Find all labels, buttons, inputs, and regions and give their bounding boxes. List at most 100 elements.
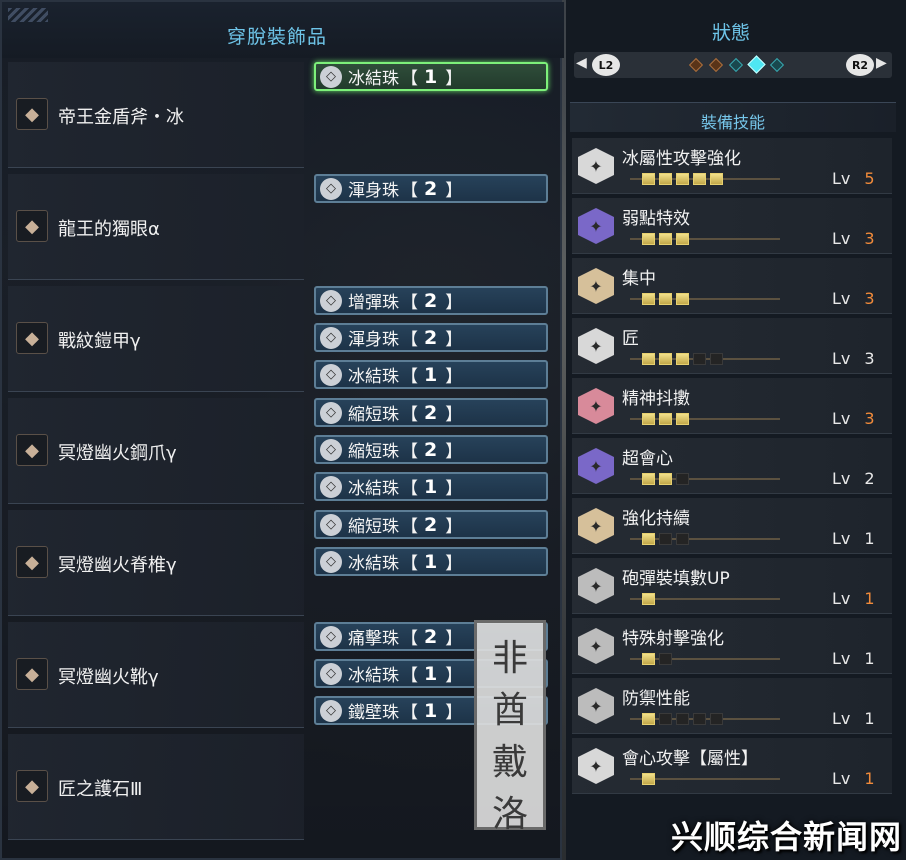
skill-level-value: 3 (864, 229, 875, 248)
page-dot-active[interactable] (747, 55, 766, 74)
bracket-open: 【 (401, 554, 418, 574)
skill-level-bar (630, 352, 780, 366)
page-dot[interactable] (708, 57, 724, 73)
site-watermark: 兴顺综合新闻网 (670, 818, 902, 856)
skill-level-pip (642, 773, 655, 785)
skill-row[interactable]: ✦ 集中 Lv 3 (572, 258, 892, 314)
skill-level-pip (642, 473, 655, 485)
decoration-slot[interactable]: ◇ 冰結珠【 1 】 (314, 360, 548, 389)
lv-label: Lv (832, 469, 851, 488)
equipment-row[interactable]: ◆ 冥燈幽火脊椎γ (8, 510, 304, 616)
skill-level-pip (642, 533, 655, 545)
arrow-right-icon[interactable]: ▶ (876, 55, 887, 71)
decoration-slot[interactable]: ◇ 增彈珠【 2 】 (314, 286, 548, 315)
skill-level-pip (659, 233, 672, 245)
lv-label: Lv (832, 529, 851, 548)
skill-level-bar (630, 532, 780, 546)
bracket-close: 】 (445, 517, 463, 537)
decoration-gem-icon: ◇ (320, 289, 342, 312)
decoration-level: 2 (424, 513, 438, 536)
decoration-slot[interactable]: ◇ 縮短珠【 2 】 (314, 435, 548, 464)
decoration-gem-icon: ◇ (320, 401, 342, 424)
skill-level-bar (630, 232, 780, 246)
arrow-left-icon[interactable]: ◀ (576, 55, 587, 71)
skill-level-pip (642, 353, 655, 365)
decoration-level: 2 (424, 289, 438, 312)
skill-row[interactable]: ✦ 會心攻擊【屬性】 Lv 1 (572, 738, 892, 794)
section-title: 裝備技能 (700, 113, 765, 132)
skill-level-bar (630, 712, 780, 726)
page-dot[interactable] (688, 57, 704, 73)
equipment-name: 冥燈幽火脊椎γ (58, 555, 177, 576)
helmet-icon: ◆ (16, 210, 48, 242)
decoration-slot[interactable]: ◇ 冰結珠【 1 】 (314, 472, 548, 501)
decoration-name: 冰結珠 (348, 554, 399, 574)
decoration-name: 縮短珠 (348, 517, 399, 537)
decoration-gem-icon: ◇ (320, 513, 342, 536)
bracket-open: 【 (401, 405, 418, 425)
skill-name: 冰屬性攻擊強化 (622, 149, 741, 169)
decoration-gem-icon: ◇ (320, 699, 342, 722)
skill-row[interactable]: ✦ 特殊射擊強化 Lv 1 (572, 618, 892, 674)
equipment-row[interactable]: ◆ 戰紋鎧甲γ (8, 286, 304, 392)
skill-level-pip (642, 713, 655, 725)
skill-name: 強化持續 (622, 509, 690, 529)
page-dot[interactable] (769, 57, 785, 73)
bracket-open: 【 (401, 479, 418, 499)
equipped-skills-header: 裝備技能 (570, 102, 896, 132)
decoration-slot-selected[interactable]: ◇ 冰結珠【 1 】 (314, 62, 548, 91)
equipment-row[interactable]: ◆ 匠之護石Ⅲ (8, 734, 304, 840)
skill-level-pip (676, 533, 689, 545)
equipment-row[interactable]: ◆ 冥燈幽火靴γ (8, 622, 304, 728)
skill-row[interactable]: ✦ 匠 Lv 3 (572, 318, 892, 374)
skill-level-bar (630, 172, 780, 186)
equipment-row[interactable]: ◆ 帝王金盾斧・冰 (8, 62, 304, 168)
bracket-close: 】 (445, 330, 463, 350)
lv-label: Lv (832, 229, 851, 248)
skill-name: 精神抖擻 (622, 389, 690, 409)
skill-name: 匠 (622, 329, 639, 349)
bracket-close: 】 (445, 666, 463, 686)
bracket-open: 【 (401, 293, 418, 313)
equipment-name: 冥燈幽火鋼爪γ (58, 443, 177, 464)
skill-row[interactable]: ✦ 防禦性能 Lv 1 (572, 678, 892, 734)
bracket-close: 】 (445, 554, 463, 574)
skill-level-bar (630, 652, 780, 666)
arm-armor-icon: ◆ (16, 434, 48, 466)
stamp-char: 戴 (491, 742, 528, 783)
weapon-chargeblade-icon: ◆ (16, 98, 48, 130)
skill-level-label: Lv 5 (832, 169, 875, 188)
skill-row[interactable]: ✦ 強化持續 Lv 1 (572, 498, 892, 554)
decoration-name: 渾身珠 (348, 181, 399, 201)
skill-level-label: Lv 1 (832, 649, 875, 668)
skill-level-pip (676, 353, 689, 365)
skill-row[interactable]: ✦ 砲彈裝填數UP Lv 1 (572, 558, 892, 614)
skill-level-label: Lv 2 (832, 469, 875, 488)
decoration-slot[interactable]: ◇ 縮短珠【 2 】 (314, 510, 548, 539)
skill-row[interactable]: ✦ 精神抖擻 Lv 3 (572, 378, 892, 434)
skill-gem-icon: ✦ (578, 688, 614, 724)
skill-row[interactable]: ✦ 弱點特效 Lv 3 (572, 198, 892, 254)
decoration-name: 冰結珠 (348, 666, 399, 686)
decoration-name: 縮短珠 (348, 442, 399, 462)
skill-row[interactable]: ✦ 超會心 Lv 2 (572, 438, 892, 494)
skill-row[interactable]: ✦ 冰屬性攻擊強化 Lv 5 (572, 138, 892, 194)
decoration-slot[interactable]: ◇ 渾身珠【 2 】 (314, 174, 548, 203)
decoration-slot[interactable]: ◇ 渾身珠【 2 】 (314, 323, 548, 352)
bracket-close: 】 (445, 629, 463, 649)
page-dot[interactable] (728, 57, 744, 73)
skill-level-value: 1 (864, 529, 875, 548)
decoration-slot[interactable]: ◇ 冰結珠【 1 】 (314, 547, 548, 576)
bracket-open: 【 (401, 367, 418, 387)
equipment-row[interactable]: ◆ 冥燈幽火鋼爪γ (8, 398, 304, 504)
equipment-row[interactable]: ◆ 龍王的獨眼α (8, 174, 304, 280)
skill-gem-icon: ✦ (578, 148, 614, 184)
r2-button[interactable]: R2 (846, 54, 874, 76)
stamp-char: 洛 (491, 794, 528, 835)
decoration-level: 1 (424, 699, 438, 722)
decoration-name: 冰結珠 (348, 479, 399, 499)
equipment-name: 戰紋鎧甲γ (58, 331, 141, 352)
decoration-slot[interactable]: ◇ 縮短珠【 2 】 (314, 398, 548, 427)
l2-button[interactable]: L2 (592, 54, 620, 76)
decoration-level: 2 (424, 438, 438, 461)
